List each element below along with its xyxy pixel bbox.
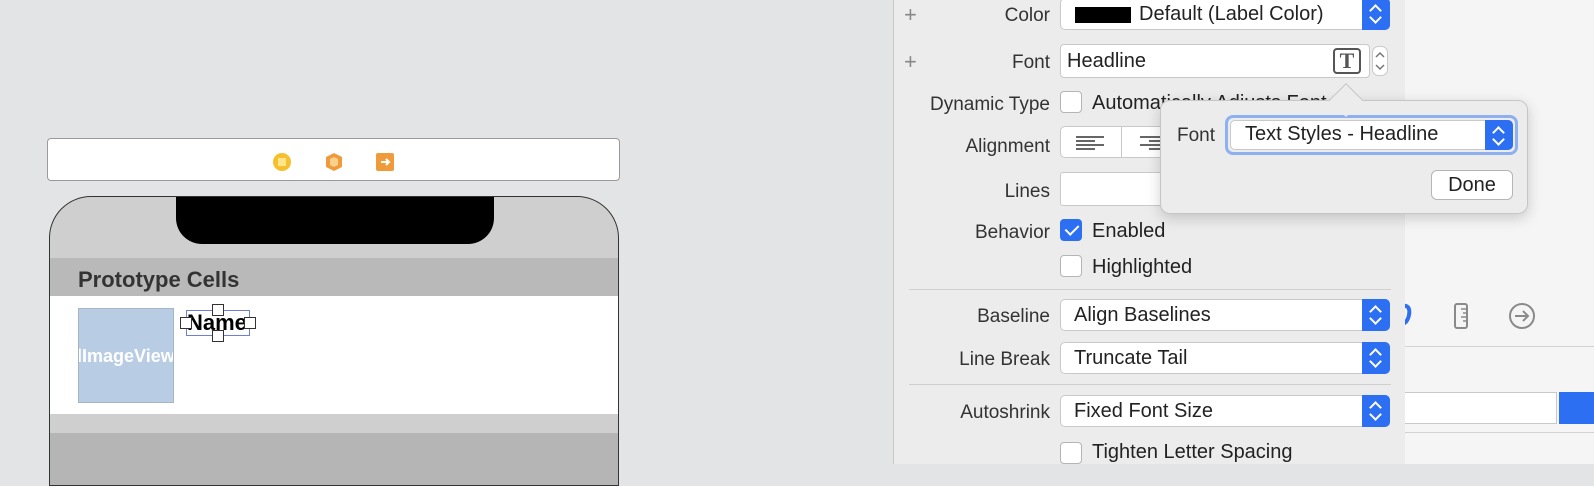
table-section-header: Prototype Cells [50, 258, 618, 296]
image-view[interactable]: lImageView [78, 308, 174, 403]
autoshrink-label: Autoshrink [960, 402, 1050, 423]
color-value: Default (Label Color) [1139, 3, 1324, 25]
chevron-updown-icon [1362, 0, 1390, 30]
section-divider [909, 289, 1391, 290]
font-label: Font [1011, 52, 1050, 73]
font-field[interactable]: Headline T [1060, 44, 1370, 78]
device-frame: Prototype Cells lImageView Name [49, 196, 619, 486]
dynamic-type-checkbox[interactable] [1060, 91, 1082, 113]
behavior-label: Behavior [975, 222, 1050, 243]
ruler-icon[interactable] [1453, 303, 1469, 329]
done-button[interactable]: Done [1431, 170, 1513, 200]
alignment-label: Alignment [965, 136, 1051, 157]
autoshrink-popup[interactable]: Fixed Font Size [1060, 395, 1390, 427]
line-break-value: Truncate Tail [1074, 347, 1188, 369]
color-popup[interactable]: Default (Label Color) [1060, 0, 1390, 30]
section-header-label: Prototype Cells [78, 267, 240, 292]
enabled-checkbox-label: Enabled [1092, 220, 1166, 242]
resize-handle-left[interactable] [180, 317, 192, 329]
enabled-checkbox[interactable] [1060, 219, 1082, 241]
chevron-updown-icon [1362, 299, 1390, 331]
baseline-popup[interactable]: Align Baselines [1060, 299, 1390, 331]
highlighted-checkbox[interactable] [1060, 255, 1082, 277]
segment-divider [1121, 127, 1122, 157]
resize-handle-right[interactable] [244, 317, 256, 329]
dynamic-type-label: Dynamic Type [929, 94, 1050, 115]
chevron-updown-icon [1362, 395, 1390, 427]
font-popover: Font Text Styles - Headline Done [1160, 100, 1528, 214]
add-variation-color-icon[interactable]: + [904, 2, 917, 28]
color-swatch [1075, 7, 1131, 23]
text-style-value: Text Styles - Headline [1245, 123, 1439, 145]
prototype-cell[interactable]: lImageView Name [50, 296, 618, 414]
autoshrink-value: Fixed Font Size [1074, 400, 1213, 422]
font-picker-icon[interactable]: T [1333, 48, 1361, 74]
popover-font-label: Font [1177, 125, 1216, 146]
chevron-updown-icon [1485, 120, 1513, 150]
exit-icon[interactable] [375, 152, 395, 172]
text-style-popup[interactable]: Text Styles - Headline [1230, 120, 1513, 150]
device-notch [176, 197, 494, 244]
first-responder-icon[interactable] [324, 152, 344, 172]
font-size-stepper[interactable] [1372, 46, 1388, 76]
pane-divider-2 [1405, 432, 1594, 433]
baseline-label: Baseline [977, 306, 1050, 327]
table-footer [50, 433, 618, 485]
baseline-value: Align Baselines [1074, 304, 1211, 326]
pane-divider [1405, 346, 1594, 347]
connections-inspector-icon[interactable] [1507, 301, 1537, 331]
tighten-letter-spacing-label: Tighten Letter Spacing [1092, 441, 1293, 463]
lines-label: Lines [1004, 181, 1050, 202]
line-break-popup[interactable]: Truncate Tail [1060, 342, 1390, 374]
pane-text-field[interactable] [1405, 392, 1557, 424]
tighten-letter-spacing-checkbox[interactable] [1060, 442, 1082, 464]
resize-handle-top[interactable] [212, 304, 224, 316]
section-divider [909, 384, 1391, 385]
secondary-pane [1400, 0, 1594, 464]
popover-focus-ring: Text Styles - Headline [1225, 115, 1518, 155]
chevron-updown-icon [1362, 342, 1390, 374]
font-value: Headline [1067, 50, 1146, 72]
color-label: Color [1004, 5, 1050, 26]
image-view-label: lImageView [78, 346, 174, 366]
resize-handle-bottom[interactable] [212, 330, 224, 342]
line-break-label: Line Break [959, 349, 1050, 370]
scene-dock [47, 138, 620, 181]
name-label-selected[interactable]: Name [180, 304, 256, 342]
view-controller-icon[interactable] [272, 152, 292, 172]
add-variation-font-icon[interactable]: + [904, 49, 917, 75]
align-left-icon[interactable] [1075, 135, 1105, 151]
highlighted-checkbox-label: Highlighted [1092, 256, 1193, 278]
attributes-inspector: + Color Default (Label Color) + Font Hea… [893, 0, 1405, 464]
pane-popup-arrows[interactable] [1559, 392, 1594, 424]
